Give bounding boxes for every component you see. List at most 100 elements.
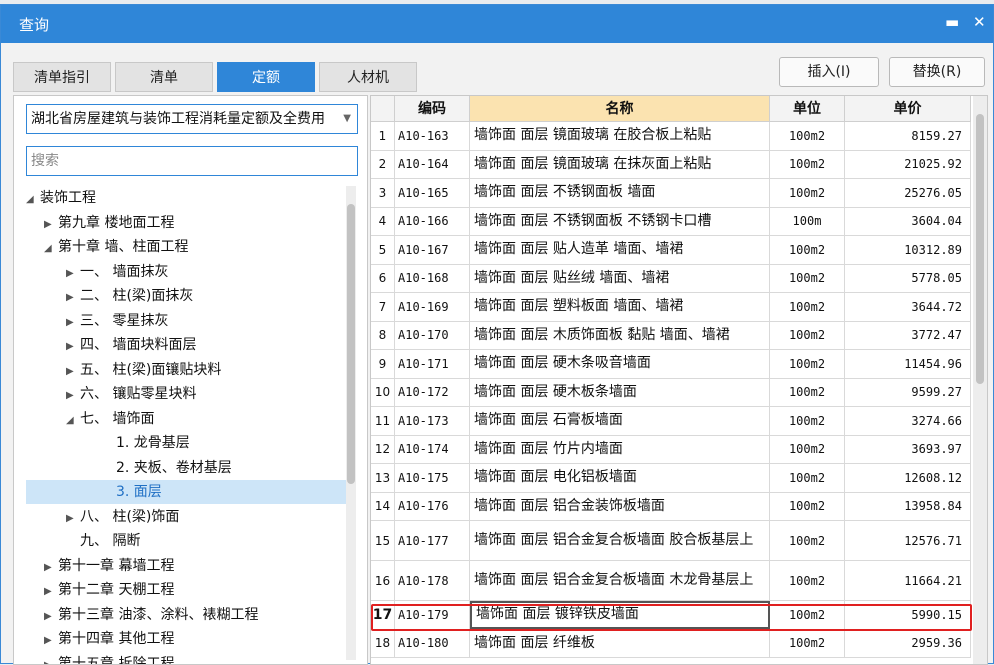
tree-node[interactable]: ▶第十五章 拆除工程 (26, 652, 346, 665)
tree-node[interactable]: ▶ 五、 柱(梁)面镶贴块料 (26, 358, 346, 382)
tree-node[interactable]: 3. 面层 (26, 480, 346, 504)
table-row[interactable]: 14 A10-176 墙饰面 面层 铝合金装饰板墙面 100m2 13958.84 (371, 492, 971, 521)
tree-node[interactable]: ◢ 装饰工程 (26, 186, 346, 210)
table-row[interactable]: 18 A10-180 墙饰面 面层 纤维板 100m2 2959.36 (371, 629, 971, 658)
table-row[interactable]: 6 A10-168 墙饰面 面层 贴丝绒 墙面、墙裙 100m2 5778.05 (371, 264, 971, 293)
cell-price: 8159.27 (845, 122, 971, 150)
table-row[interactable]: 13 A10-175 墙饰面 面层 电化铝板墙面 100m2 12608.12 (371, 464, 971, 493)
expand-arrow-icon[interactable]: ▶ (66, 262, 80, 286)
close-icon[interactable]: ✕ (973, 13, 986, 31)
tab-quota[interactable]: 定额 (217, 62, 315, 92)
tree-node-label: 九、 隔断 (80, 533, 141, 549)
row-index: 10 (371, 378, 395, 406)
tree-node[interactable]: ▶ 八、 柱(梁)饰面 (26, 505, 346, 529)
table-row[interactable]: 8 A10-170 墙饰面 面层 木质饰面板 黏贴 墙面、墙裙 100m2 3772.4… (371, 321, 971, 350)
header-price[interactable]: 单价 (845, 96, 971, 122)
expand-arrow-icon[interactable]: ▶ (66, 335, 80, 359)
quota-library-select[interactable]: 湖北省房屋建筑与装饰工程消耗量定额及全费用 ▼ (26, 104, 358, 134)
tree-node[interactable]: ▶ 四、 墙面块料面层 (26, 333, 346, 357)
cell-unit: 100m2 (770, 435, 845, 463)
table-row[interactable]: 12 A10-174 墙饰面 面层 竹片内墙面 100m2 3693.97 (371, 435, 971, 464)
expand-arrow-icon[interactable]: ▶ (44, 654, 58, 665)
cell-code: A10-177 (395, 521, 470, 560)
header-unit[interactable]: 单位 (770, 96, 845, 122)
tree-node-label: 第十五章 拆除工程 (58, 655, 175, 665)
tree-node[interactable]: ▶ 第十一章 幕墙工程 (26, 554, 346, 578)
tree-node[interactable]: ▶ 一、 墙面抹灰 (26, 260, 346, 284)
insert-button[interactable]: 插入(I) (779, 57, 879, 87)
table-row[interactable]: 16 A10-178 墙饰面 面层 铝合金复合板墙面 木龙骨基层上 100m2 1166… (371, 561, 971, 601)
table-row[interactable]: 17 A10-179 墙饰面 面层 镀锌铁皮墙面 100m2 5990.15 (371, 601, 971, 630)
cell-name: 墙饰面 面层 不锈钢面板 墙面 (470, 179, 770, 207)
tree-node[interactable]: ▶ 第九章 楼地面工程 (26, 211, 346, 235)
expand-arrow-icon[interactable]: ▶ (44, 580, 58, 604)
collapse-arrow-icon[interactable]: ◢ (26, 188, 40, 212)
replace-button[interactable]: 替换(R) (889, 57, 985, 87)
cell-name: 墙饰面 面层 电化铝板墙面 (470, 464, 770, 492)
tree-node[interactable]: ◢ 七、 墙饰面 (26, 407, 346, 431)
table-row[interactable]: 10 A10-172 墙饰面 面层 硬木板条墙面 100m2 9599.27 (371, 378, 971, 407)
tree-scrollbar-thumb[interactable] (347, 204, 355, 484)
cell-code: A10-180 (395, 629, 470, 657)
tree-node[interactable]: 2. 夹板、卷材基层 (26, 456, 346, 480)
table-row[interactable]: 11 A10-173 墙饰面 面层 石膏板墙面 100m2 3274.66 (371, 407, 971, 436)
tree-node[interactable]: ▶ 第十三章 油漆、涂料、裱糊工程 (26, 603, 346, 627)
tree-node[interactable]: ▶ 第十四章 其他工程 (26, 627, 346, 651)
table-row[interactable]: 1 A10-163 墙饰面 面层 镜面玻璃 在胶合板上粘贴 100m2 8159.27 (371, 122, 971, 151)
cell-name: 墙饰面 面层 铝合金装饰板墙面 (470, 492, 770, 520)
collapse-arrow-icon[interactable]: ◢ (44, 237, 58, 261)
expand-arrow-icon[interactable]: ▶ (66, 286, 80, 310)
tree-node[interactable]: ▶ 三、 零星抹灰 (26, 309, 346, 333)
minimize-icon[interactable]: ▬ (945, 13, 959, 31)
expand-arrow-icon[interactable]: ▶ (44, 556, 58, 580)
tab-list[interactable]: 清单 (115, 62, 213, 92)
cell-name: 墙饰面 面层 镀锌铁皮墙面 (470, 601, 770, 629)
cell-price: 11454.96 (845, 350, 971, 378)
tree-node[interactable]: ▶ 六、 镶贴零星块料 (26, 382, 346, 406)
collapse-arrow-icon[interactable]: ◢ (66, 409, 80, 433)
cell-unit: 100m2 (770, 150, 845, 178)
expand-arrow-icon[interactable]: ▶ (66, 360, 80, 384)
cell-unit: 100m2 (770, 350, 845, 378)
table-row[interactable]: 4 A10-166 墙饰面 面层 不锈钢面板 不锈钢卡口槽 100m 3604.04 (371, 207, 971, 236)
tree-node-label: 第十二章 天棚工程 (58, 582, 175, 598)
cell-name: 墙饰面 面层 铝合金复合板墙面 胶合板基层上 (470, 521, 770, 560)
cell-code: A10-179 (395, 601, 470, 629)
cell-price: 9599.27 (845, 378, 971, 406)
left-panel: 湖北省房屋建筑与装饰工程消耗量定额及全费用 ▼ 搜索 ◢ 装饰工程 ▶ 第九章 楼地面… (13, 95, 368, 665)
tree-node[interactable]: 九、 隔断 (26, 529, 346, 553)
expand-arrow-icon[interactable]: ▶ (44, 605, 58, 629)
tree-node[interactable]: 1. 龙骨基层 (26, 431, 346, 455)
tree-node[interactable]: ◢ 第十章 墙、柱面工程 (26, 235, 346, 259)
row-index: 14 (371, 492, 395, 520)
expand-arrow-icon[interactable]: ▶ (66, 384, 80, 408)
title-bar[interactable]: 查询 ▬ ✕ (1, 5, 993, 43)
table-row[interactable]: 2 A10-164 墙饰面 面层 镜面玻璃 在抹灰面上粘贴 100m2 21025.92 (371, 150, 971, 179)
row-index: 3 (371, 179, 395, 207)
table-row[interactable]: 7 A10-169 墙饰面 面层 塑料板面 墙面、墙裙 100m2 3644.72 (371, 293, 971, 322)
tab-list-guide[interactable]: 清单指引 (13, 62, 111, 92)
tree-node[interactable]: ▶ 二、 柱(梁)面抹灰 (26, 284, 346, 308)
tree-node[interactable]: ▶ 第十二章 天棚工程 (26, 578, 346, 602)
table-row[interactable]: 15 A10-177 墙饰面 面层 铝合金复合板墙面 胶合板基层上 100m2 1257… (371, 521, 971, 561)
expand-arrow-icon[interactable]: ▶ (44, 213, 58, 237)
tree-scrollbar[interactable] (346, 186, 356, 660)
tab-labor-material-machine[interactable]: 人材机 (319, 62, 417, 92)
table-scrollbar[interactable] (973, 96, 987, 664)
cell-unit: 100m2 (770, 378, 845, 406)
header-code[interactable]: 编码 (395, 96, 470, 122)
search-input[interactable]: 搜索 (26, 146, 358, 176)
cell-unit: 100m2 (770, 407, 845, 435)
row-index: 5 (371, 236, 395, 264)
header-name[interactable]: 名称 (470, 96, 770, 122)
expand-arrow-icon[interactable]: ▶ (44, 629, 58, 653)
cell-code: A10-178 (395, 561, 470, 600)
table-row[interactable]: 3 A10-165 墙饰面 面层 不锈钢面板 墙面 100m2 25276.05 (371, 179, 971, 208)
expand-arrow-icon[interactable]: ▶ (66, 507, 80, 531)
table-row[interactable]: 9 A10-171 墙饰面 面层 硬木条吸音墙面 100m2 11454.96 (371, 350, 971, 379)
cell-name: 墙饰面 面层 铝合金复合板墙面 木龙骨基层上 (470, 561, 770, 600)
expand-arrow-icon[interactable]: ▶ (66, 311, 80, 335)
cell-unit: 100m2 (770, 293, 845, 321)
table-scrollbar-thumb[interactable] (976, 114, 984, 384)
table-row[interactable]: 5 A10-167 墙饰面 面层 贴人造革 墙面、墙裙 100m2 10312.89 (371, 236, 971, 265)
